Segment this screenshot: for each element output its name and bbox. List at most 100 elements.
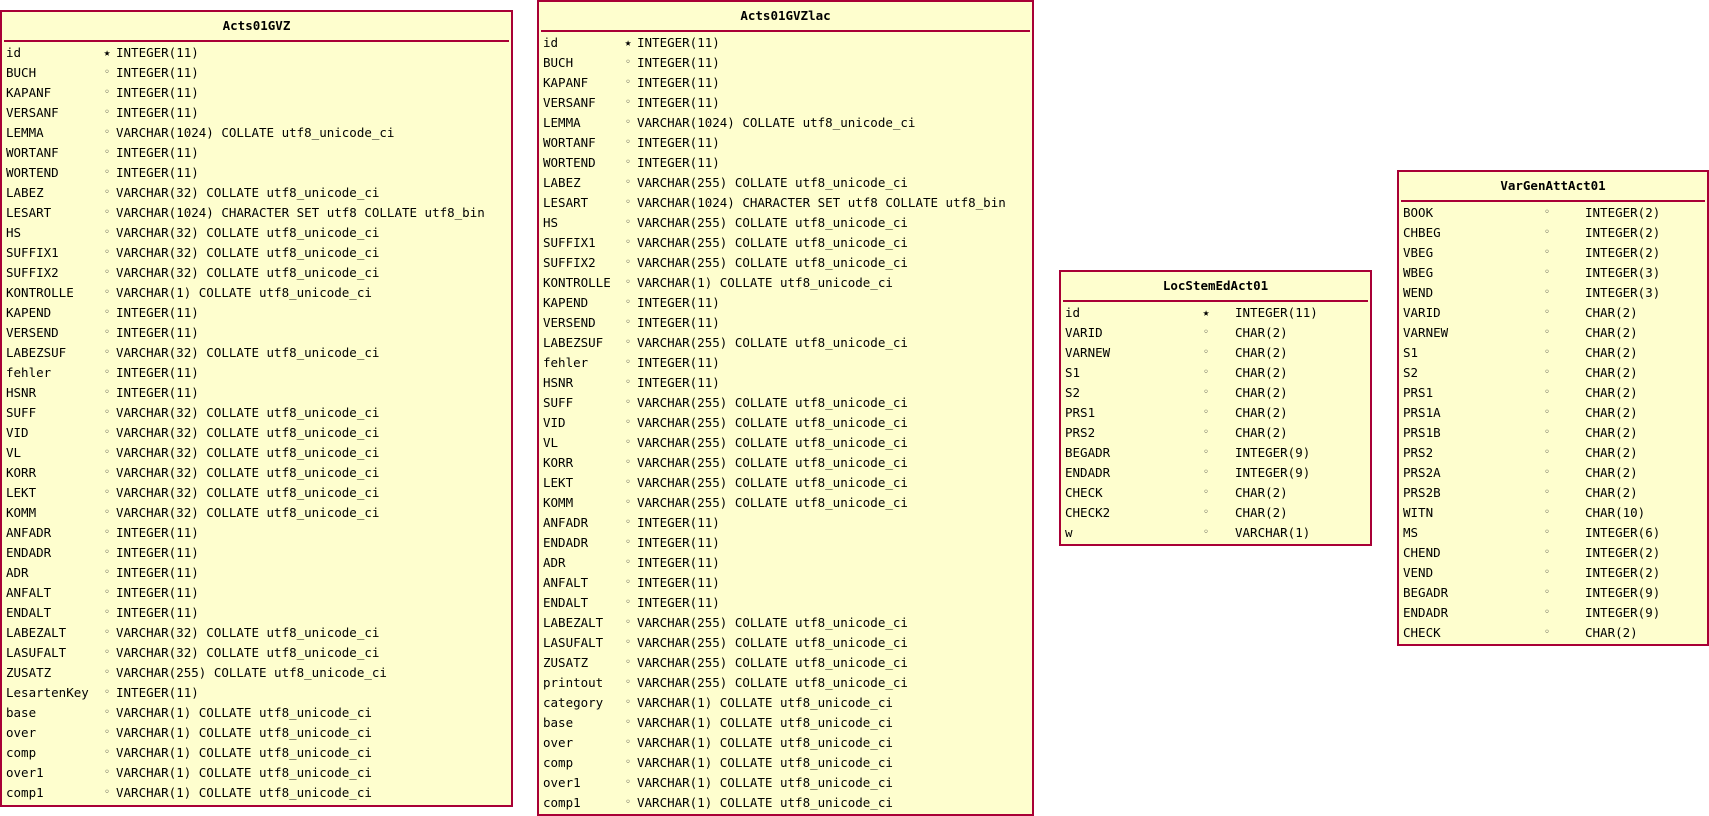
field-bullet-icon: ◦	[103, 487, 111, 498]
field-row: LABEZ ◦ VARCHAR(255) COLLATE utf8_unicode_…	[539, 173, 1032, 193]
field-row: WORTANF ◦ INTEGER(11)	[2, 143, 511, 163]
field-type: VARCHAR(32) COLLATE utf8_unicode_ci	[116, 485, 380, 500]
field-type: VARCHAR(255) COLLATE utf8_unicode_ci	[637, 255, 908, 270]
field-row: LASUFALT ◦ VARCHAR(255) COLLATE utf8_unico…	[539, 633, 1032, 653]
field-name: BEGADR	[1403, 585, 1449, 600]
field-name: LEMMA	[543, 115, 581, 130]
field-type: CHAR(2)	[1235, 505, 1288, 520]
field-name: LABEZSUF	[6, 345, 67, 360]
field-row: PRS1 ◦ CHAR(2)	[1399, 383, 1707, 403]
field-row: KAPANF ◦ INTEGER(11)	[539, 73, 1032, 93]
field-bullet-icon: ◦	[624, 77, 632, 88]
field-name: S2	[1403, 365, 1419, 380]
field-name: KAPANF	[543, 75, 589, 90]
field-name: ENDALT	[543, 595, 589, 610]
field-bullet-icon: ◦	[103, 607, 111, 618]
field-bullet-icon: ◦	[1543, 487, 1551, 498]
field-type: INTEGER(11)	[1235, 305, 1318, 320]
field-row: PRS1B ◦ CHAR(2)	[1399, 423, 1707, 443]
field-bullet-icon: ◦	[624, 177, 632, 188]
field-type: INTEGER(11)	[116, 385, 199, 400]
field-bullet-icon: ◦	[1543, 327, 1551, 338]
field-row: PRS1A ◦ CHAR(2)	[1399, 403, 1707, 423]
field-type: VARCHAR(255) COLLATE utf8_unicode_ci	[637, 675, 908, 690]
field-bullet-icon: ◦	[1543, 527, 1551, 538]
title-divider	[4, 40, 509, 42]
field-type: VARCHAR(32) COLLATE utf8_unicode_ci	[116, 405, 380, 420]
field-bullet-icon: ◦	[624, 497, 632, 508]
field-row: CHBEG ◦ INTEGER(2)	[1399, 223, 1707, 243]
field-type: VARCHAR(1) COLLATE utf8_unicode_ci	[637, 735, 893, 750]
field-name: VERSANF	[6, 105, 59, 120]
field-type: CHAR(2)	[1235, 345, 1288, 360]
field-type: CHAR(2)	[1585, 425, 1638, 440]
field-name: VERSEND	[543, 315, 596, 330]
field-name: HSNR	[543, 375, 574, 390]
field-type: CHAR(2)	[1585, 365, 1638, 380]
field-row: KAPEND ◦ INTEGER(11)	[539, 293, 1032, 313]
field-name: LEKT	[6, 485, 37, 500]
field-row: WITN ◦ CHAR(10)	[1399, 503, 1707, 523]
field-list: id ★ INTEGER(11) BUCH ◦ INTEGER(11) KAPANF ◦ INT…	[2, 43, 511, 803]
field-row: over1 ◦ VARCHAR(1) COLLATE utf8_unicode_ci	[2, 763, 511, 783]
field-name: KAPEND	[543, 295, 589, 310]
field-name: ADR	[543, 555, 566, 570]
field-bullet-icon: ◦	[624, 677, 632, 688]
field-row: over ◦ VARCHAR(1) COLLATE utf8_unicode_ci	[539, 733, 1032, 753]
field-type: VARCHAR(1)	[1235, 525, 1311, 540]
primary-key-star-icon: ★	[1202, 306, 1210, 319]
field-bullet-icon: ◦	[624, 597, 632, 608]
field-row: LABEZSUF ◦ VARCHAR(32) COLLATE utf8_unicod…	[2, 343, 511, 363]
field-type: CHAR(2)	[1585, 405, 1638, 420]
field-type: INTEGER(11)	[116, 45, 199, 60]
field-type: CHAR(2)	[1585, 465, 1638, 480]
field-bullet-icon: ◦	[1543, 427, 1551, 438]
field-type: VARCHAR(1024) COLLATE utf8_unicode_ci	[116, 125, 395, 140]
field-bullet-icon: ◦	[624, 317, 632, 328]
field-bullet-icon: ◦	[624, 797, 632, 808]
field-bullet-icon: ◦	[1202, 487, 1210, 498]
field-name: SUFFIX2	[543, 255, 596, 270]
field-row: HSNR ◦ INTEGER(11)	[539, 373, 1032, 393]
field-bullet-icon: ◦	[624, 397, 632, 408]
field-row: LABEZ ◦ VARCHAR(32) COLLATE utf8_unicode_c…	[2, 183, 511, 203]
field-name: VEND	[1403, 565, 1434, 580]
entity-acts01gvzlac: Acts01GVZlac id ★ INTEGER(11) BUCH ◦ INTEGER(…	[537, 0, 1034, 816]
field-row: LEMMA ◦ VARCHAR(1024) COLLATE utf8_unicode…	[2, 123, 511, 143]
field-bullet-icon: ◦	[103, 587, 111, 598]
field-bullet-icon: ◦	[103, 667, 111, 678]
field-name: LESART	[543, 195, 589, 210]
field-type: INTEGER(2)	[1585, 565, 1661, 580]
field-row: LEKT ◦ VARCHAR(255) COLLATE utf8_unicode_c…	[539, 473, 1032, 493]
field-type: INTEGER(11)	[637, 135, 720, 150]
field-type: CHAR(2)	[1585, 485, 1638, 500]
field-name: WORTEND	[6, 165, 59, 180]
field-bullet-icon: ◦	[103, 147, 111, 158]
field-type: VARCHAR(32) COLLATE utf8_unicode_ci	[116, 505, 380, 520]
field-name: comp	[6, 745, 37, 760]
field-name: KOMM	[6, 505, 37, 520]
field-type: CHAR(2)	[1235, 425, 1288, 440]
field-bullet-icon: ◦	[103, 327, 111, 338]
field-name: LABEZSUF	[543, 335, 604, 350]
field-type: INTEGER(9)	[1235, 465, 1311, 480]
field-name: LABEZALT	[6, 625, 67, 640]
field-type: VARCHAR(32) COLLATE utf8_unicode_ci	[116, 625, 380, 640]
field-type: VARCHAR(1) COLLATE utf8_unicode_ci	[637, 275, 893, 290]
field-type: INTEGER(11)	[116, 605, 199, 620]
field-name: VARNEW	[1065, 345, 1111, 360]
field-name: LEKT	[543, 475, 574, 490]
field-name: id	[543, 35, 559, 50]
field-name: ENDADR	[543, 535, 589, 550]
field-name: over1	[6, 765, 44, 780]
field-name: ANFALT	[6, 585, 52, 600]
field-type: VARCHAR(32) COLLATE utf8_unicode_ci	[116, 345, 380, 360]
field-row: ENDALT ◦ INTEGER(11)	[539, 593, 1032, 613]
field-bullet-icon: ◦	[624, 457, 632, 468]
field-type: VARCHAR(255) COLLATE utf8_unicode_ci	[637, 615, 908, 630]
field-type: INTEGER(11)	[637, 35, 720, 50]
field-bullet-icon: ◦	[1543, 267, 1551, 278]
field-name: CHBEG	[1403, 225, 1441, 240]
field-name: WEND	[1403, 285, 1434, 300]
field-type: CHAR(10)	[1585, 505, 1646, 520]
